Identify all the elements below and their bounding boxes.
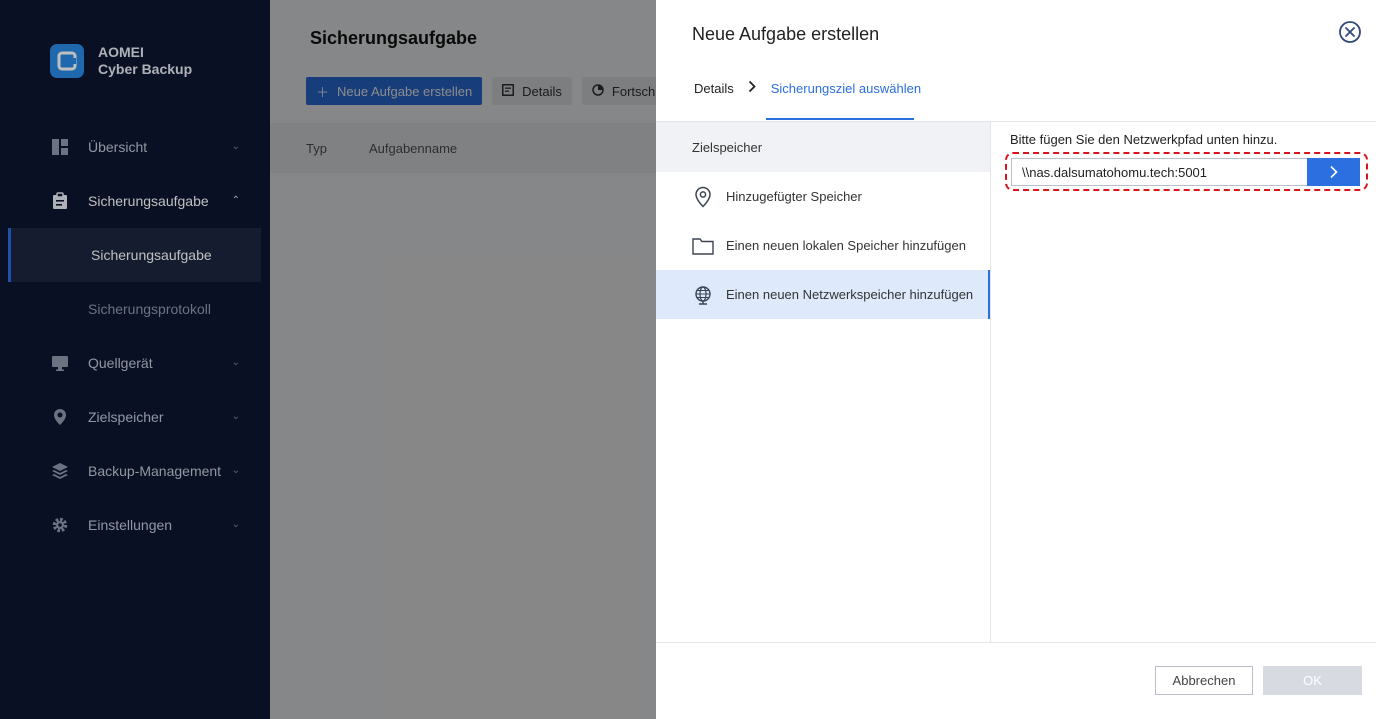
destination-type-list: Zielspeicher Hinzugefügter Speicher Eine… xyxy=(656,122,991,642)
column-header-task-name: Aufgabenname xyxy=(368,140,458,156)
network-path-hint: Bitte fügen Sie den Netzwerkpfad unten h… xyxy=(1010,132,1278,147)
globe-icon xyxy=(692,284,714,306)
sidebar-item-backup-task[interactable]: Sicherungsaufgabe ⌃ xyxy=(0,174,270,228)
ok-button[interactable]: OK xyxy=(1263,666,1362,695)
chevron-down-icon: ⌄ xyxy=(231,141,240,152)
dashboard-icon xyxy=(50,137,70,157)
details-icon xyxy=(502,83,515,99)
new-task-dialog: Neue Aufgabe erstellen Details Sicherung… xyxy=(656,0,1376,719)
column-header-type: Typ xyxy=(306,140,327,156)
sidebar-item-label: Übersicht xyxy=(88,139,148,155)
sidebar-item-label: Sicherungsaufgabe xyxy=(88,193,209,209)
gear-icon xyxy=(50,515,70,535)
app-name-line2: Cyber Backup xyxy=(98,61,193,77)
highlight-box xyxy=(1005,152,1368,191)
chevron-down-icon: ⌄ xyxy=(231,357,240,368)
option-add-local-storage[interactable]: Einen neuen lokalen Speicher hinzufügen xyxy=(656,221,990,270)
option-label: Einen neuen lokalen Speicher hinzufügen xyxy=(726,238,966,253)
sidebar-subitem-label: Sicherungsprotokoll xyxy=(88,301,211,317)
cancel-button[interactable]: Abbrechen xyxy=(1155,666,1253,695)
sidebar-item-label: Zielspeicher xyxy=(88,409,164,425)
monitor-icon xyxy=(50,353,70,373)
chevron-up-icon: ⌃ xyxy=(231,195,240,206)
network-path-panel: Bitte fügen Sie den Netzwerkpfad unten h… xyxy=(1005,132,1368,191)
footer-divider xyxy=(656,642,1376,643)
new-task-button[interactable]: ＋ Neue Aufgabe erstellen xyxy=(306,77,483,105)
location-pin-icon xyxy=(692,186,714,208)
chevron-right-icon xyxy=(748,80,757,96)
sidebar-item-source-device[interactable]: Quellgerät ⌄ xyxy=(0,336,270,390)
step-select-destination[interactable]: Sicherungsziel auswählen xyxy=(771,81,921,96)
destination-list-header: Zielspeicher xyxy=(656,122,990,172)
option-added-storage[interactable]: Hinzugefügter Speicher xyxy=(656,172,990,221)
sidebar-item-backup-management[interactable]: Backup-Management ⌄ xyxy=(0,444,270,498)
close-icon[interactable] xyxy=(1338,20,1362,44)
new-task-label: Neue Aufgabe erstellen xyxy=(337,83,473,99)
toolbar: ＋ Neue Aufgabe erstellen Details Fortsch… xyxy=(306,77,680,105)
app-name-line1: AOMEI xyxy=(98,44,144,60)
step-details[interactable]: Details xyxy=(694,81,734,96)
network-path-input[interactable] xyxy=(1011,158,1308,186)
app-name: AOMEI Cyber Backup xyxy=(98,44,192,78)
location-pin-icon xyxy=(50,407,70,427)
sidebar-subitem-backup-task[interactable]: Sicherungsaufgabe xyxy=(8,228,261,282)
sidebar: AOMEI Cyber Backup Übersicht ⌄ Sicherung… xyxy=(0,0,270,719)
active-step-indicator xyxy=(766,118,914,120)
sidebar-subitem-backup-log[interactable]: Sicherungsprotokoll xyxy=(0,282,270,336)
dialog-title: Neue Aufgabe erstellen xyxy=(692,24,880,44)
chevron-down-icon: ⌄ xyxy=(231,519,240,530)
plus-icon: ＋ xyxy=(316,84,330,100)
option-label: Einen neuen Netzwerkspeicher hinzufügen xyxy=(726,287,974,302)
sidebar-item-label: Quellgerät xyxy=(88,355,153,371)
layers-icon xyxy=(50,461,70,481)
sidebar-nav: Übersicht ⌄ Sicherungsaufgabe ⌃ Sicherun… xyxy=(0,120,270,552)
pie-chart-icon xyxy=(592,83,604,99)
details-button[interactable]: Details xyxy=(492,77,572,105)
sidebar-item-overview[interactable]: Übersicht ⌄ xyxy=(0,120,270,174)
sidebar-item-settings[interactable]: Einstellungen ⌄ xyxy=(0,498,270,552)
chevron-down-icon: ⌄ xyxy=(231,465,240,476)
details-label: Details xyxy=(522,83,562,99)
sidebar-item-label: Backup-Management xyxy=(88,463,222,479)
path-submit-button[interactable] xyxy=(1307,158,1360,186)
app-logo: AOMEI Cyber Backup xyxy=(50,44,192,78)
option-label: Hinzugefügter Speicher xyxy=(726,189,862,204)
folder-icon xyxy=(692,235,714,257)
sidebar-item-label: Einstellungen xyxy=(88,517,173,533)
wizard-steps: Details Sicherungsziel auswählen xyxy=(694,80,921,96)
sidebar-item-target-storage[interactable]: Zielspeicher ⌄ xyxy=(0,390,270,444)
option-add-network-storage[interactable]: Einen neuen Netzwerkspeicher hinzufügen xyxy=(656,270,990,319)
chevron-down-icon: ⌄ xyxy=(231,411,240,422)
clipboard-icon xyxy=(50,191,70,211)
page-title: Sicherungsaufgabe xyxy=(310,28,478,48)
sidebar-subitem-label: Sicherungsaufgabe xyxy=(91,247,212,263)
chevron-right-icon xyxy=(1329,165,1338,179)
logo-icon xyxy=(50,44,84,78)
